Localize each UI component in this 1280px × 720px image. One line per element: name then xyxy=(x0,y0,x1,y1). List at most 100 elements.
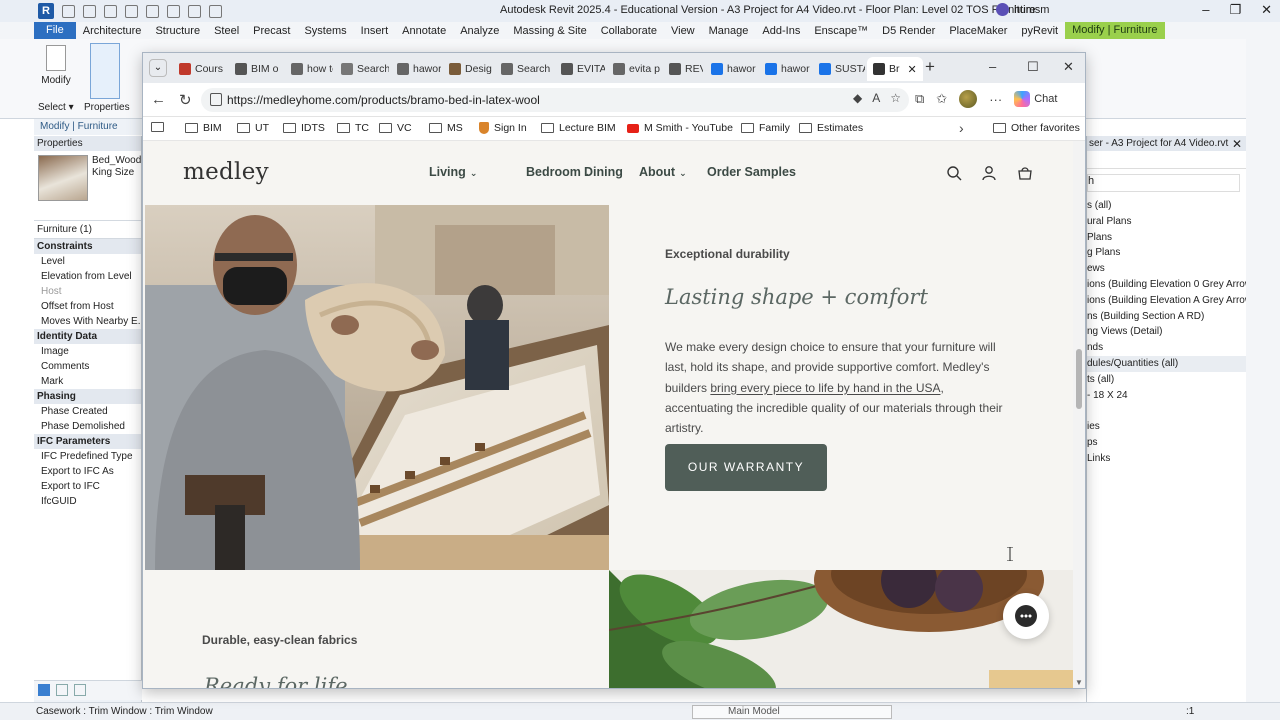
favorite-item[interactable]: Lecture BIM xyxy=(541,122,616,134)
sort-desc-icon[interactable] xyxy=(74,684,86,696)
property-row[interactable]: Phase Demolished xyxy=(34,419,141,434)
search-icon[interactable] xyxy=(946,165,962,181)
property-row[interactable]: Offset from Host xyxy=(34,299,141,314)
browser-tab[interactable]: REVIT xyxy=(663,57,703,81)
favorite-item[interactable]: VC xyxy=(379,122,412,134)
property-group-header[interactable]: IFC Parameters xyxy=(34,434,141,449)
tab-collaborate[interactable]: Collaborate xyxy=(594,25,664,37)
project-browser-item[interactable]: Plans xyxy=(1087,230,1246,246)
modify-button[interactable]: Modify xyxy=(40,45,72,86)
read-aloud-icon[interactable]: A xyxy=(872,91,880,105)
favorite-item[interactable]: IDTS xyxy=(283,122,325,134)
browser-tab[interactable]: how tc xyxy=(285,57,333,81)
close-button[interactable]: ✕ xyxy=(1261,2,1272,18)
property-row[interactable]: Moves With Nearby E... xyxy=(34,314,141,329)
tab-systems[interactable]: Systems xyxy=(297,25,353,37)
nav-item[interactable]: Bedroom ⌄ xyxy=(526,165,592,179)
tab-annotate[interactable]: Annotate xyxy=(395,25,453,37)
favorite-item[interactable]: Estimates xyxy=(799,122,863,134)
medley-logo[interactable]: medley xyxy=(183,159,269,185)
tab-structure[interactable]: Structure xyxy=(148,25,207,37)
project-browser-item[interactable]: ns (Building Section A RD) xyxy=(1087,309,1246,325)
tab-enscape[interactable]: Enscape™ xyxy=(807,25,875,37)
project-browser-item[interactable]: ies xyxy=(1087,419,1246,435)
model-selector[interactable] xyxy=(692,705,892,719)
property-group-header[interactable]: Identity Data xyxy=(34,329,141,344)
browser-tab[interactable]: hawor xyxy=(391,57,441,81)
tab-massing-site[interactable]: Massing & Site xyxy=(506,25,593,37)
tab-d5-render[interactable]: D5 Render xyxy=(875,25,942,37)
user-account[interactable]: htimsm xyxy=(996,3,1049,16)
project-browser-item[interactable]: nds xyxy=(1087,340,1246,356)
made-in-usa-link[interactable]: bring every piece to life by hand in the… xyxy=(710,381,940,395)
property-group-header[interactable]: Phasing xyxy=(34,389,141,404)
cart-icon[interactable] xyxy=(1017,165,1033,181)
tab-pyrevit[interactable]: pyRevit xyxy=(1014,25,1065,37)
browser-tab[interactable]: Desig xyxy=(443,57,493,81)
project-browser-item[interactable]: ts (all) xyxy=(1087,372,1246,388)
tag-icon[interactable]: ◆ xyxy=(853,91,862,105)
scrollbar-thumb[interactable] xyxy=(1076,349,1082,409)
project-browser-search[interactable]: h xyxy=(1087,174,1240,192)
browser-tab[interactable]: SUSTA xyxy=(813,57,865,81)
chevron-right-icon[interactable]: › xyxy=(959,120,964,136)
tab-precast[interactable]: Precast xyxy=(246,25,297,37)
favorite-item[interactable]: M Smith - YouTube xyxy=(627,122,733,134)
favorite-star-icon[interactable]: ☆ xyxy=(890,91,901,105)
browser-tab[interactable]: hawor xyxy=(705,57,757,81)
browser-tab[interactable]: EVITA xyxy=(555,57,605,81)
property-row[interactable]: Level xyxy=(34,254,141,269)
back-button[interactable]: ← xyxy=(151,91,166,108)
browser-maximize-button[interactable]: ☐ xyxy=(1027,59,1039,75)
more-menu-icon[interactable]: ··· xyxy=(989,92,1002,107)
favorite-item[interactable] xyxy=(151,122,164,132)
favorites-icon[interactable]: ✩ xyxy=(936,91,947,107)
address-bar[interactable]: https://medleyhome.com/products/bramo-be… xyxy=(201,88,909,112)
select-dropdown[interactable]: Select ▾ xyxy=(38,102,74,113)
project-browser-item[interactable]: ps xyxy=(1087,435,1246,451)
our-warranty-button[interactable]: OUR WARRANTY xyxy=(665,444,827,491)
project-browser-item[interactable]: - 18 X 24 xyxy=(1087,388,1246,404)
property-row[interactable]: Host xyxy=(34,284,141,299)
project-browser-item[interactable]: s (all) xyxy=(1087,198,1246,214)
favorite-item[interactable]: Family xyxy=(741,122,790,134)
browser-minimize-button[interactable]: – xyxy=(989,59,996,74)
favorite-item[interactable]: BIM xyxy=(185,122,222,134)
property-row[interactable]: Export to IFC xyxy=(34,479,141,494)
extensions-icon[interactable]: ⧉ xyxy=(915,91,924,107)
measure-icon[interactable] xyxy=(188,4,201,18)
close-icon[interactable]: ✕ xyxy=(1232,137,1242,151)
property-row[interactable]: Export to IFC As xyxy=(34,464,141,479)
property-row[interactable]: Phase Created xyxy=(34,404,141,419)
tab-analyze[interactable]: Analyze xyxy=(453,25,506,37)
scroll-down-icon[interactable]: ▼ xyxy=(1075,678,1083,687)
tab-view[interactable]: View xyxy=(664,25,702,37)
revit-logo-icon[interactable]: R xyxy=(38,3,54,19)
support-chat-button[interactable] xyxy=(1003,593,1049,639)
browser-tab[interactable]: hawor xyxy=(759,57,811,81)
project-browser-item[interactable] xyxy=(1087,403,1246,419)
nav-item[interactable]: Dining xyxy=(584,165,623,179)
tab-manage[interactable]: Manage xyxy=(702,25,756,37)
sort-asc-icon[interactable] xyxy=(56,684,68,696)
favorite-item[interactable]: TC xyxy=(337,122,369,134)
browser-tab[interactable]: BIM o xyxy=(229,57,281,81)
browser-close-button[interactable]: ✕ xyxy=(1063,59,1074,75)
project-browser-item[interactable]: ng Views (Detail) xyxy=(1087,324,1246,340)
favorite-item[interactable]: UT xyxy=(237,122,269,134)
browser-tab[interactable]: Br ✕ xyxy=(867,57,923,81)
save-icon[interactable] xyxy=(83,4,96,18)
print-icon[interactable] xyxy=(167,4,180,18)
project-browser-item[interactable]: ions (Building Elevation 0 Grey Arrows) xyxy=(1087,277,1246,293)
property-group-header[interactable]: Constraints xyxy=(34,239,141,254)
project-browser-item[interactable]: ions (Building Elevation A Grey Arrows) xyxy=(1087,293,1246,309)
undo-icon[interactable] xyxy=(125,4,138,18)
tab-modify-furniture[interactable]: Modify | Furniture xyxy=(1065,22,1165,39)
text-icon[interactable] xyxy=(209,4,222,18)
browser-tab[interactable]: Cours xyxy=(173,57,225,81)
open-icon[interactable] xyxy=(62,4,75,18)
other-favorites[interactable]: Other favorites xyxy=(993,122,1080,134)
tab-file[interactable]: File xyxy=(34,22,76,39)
tab-architecture[interactable]: Architecture xyxy=(76,25,149,37)
property-row[interactable]: Elevation from Level xyxy=(34,269,141,284)
